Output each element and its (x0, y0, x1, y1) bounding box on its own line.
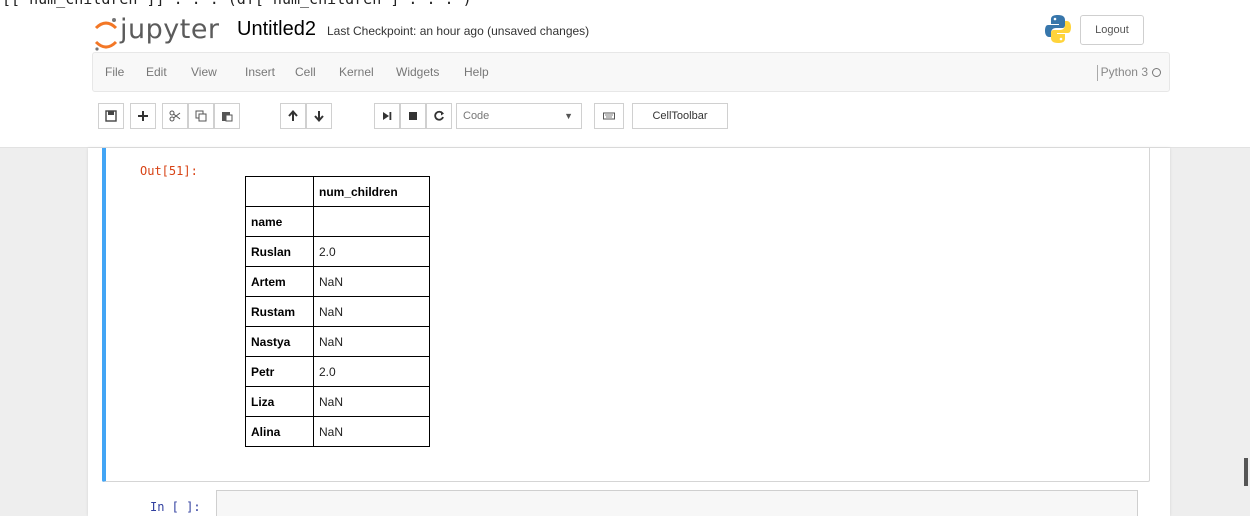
menu-cell[interactable]: Cell (295, 53, 316, 91)
menu-bar: File Edit View Insert Cell Kernel Widget… (92, 52, 1170, 92)
row-label: Ruslan (245, 236, 314, 267)
table-row: Rustam NaN (245, 296, 430, 327)
arrow-up-icon (288, 110, 298, 121)
selected-cell[interactable]: Out[51]: num_children name Ruslan 2.0 Art… (102, 148, 1150, 482)
output-prompt: Out[51]: (140, 164, 198, 178)
table-cell: NaN (313, 296, 430, 327)
code-input-area[interactable] (216, 490, 1138, 516)
kernel-indicator: Python 3 (1096, 53, 1161, 91)
table-header-cell (245, 176, 314, 207)
plus-icon (138, 111, 148, 121)
save-button[interactable] (98, 103, 124, 129)
table-row: Petr 2.0 (245, 356, 430, 387)
table-cell: 2.0 (313, 356, 430, 387)
python-logo-icon (1045, 15, 1071, 43)
menu-view[interactable]: View (191, 53, 217, 91)
save-icon (105, 110, 117, 122)
dataframe-table: num_children name Ruslan 2.0 Artem NaN Rus… (245, 176, 430, 447)
cut-icon (169, 110, 181, 122)
input-prompt: In [ ]: (150, 500, 201, 514)
row-label: Alina (245, 416, 314, 447)
row-label: Liza (245, 386, 314, 417)
row-label: Nastya (245, 326, 314, 357)
celltoolbar-button[interactable]: CellToolbar (632, 103, 728, 129)
kernel-separator (1096, 64, 1098, 81)
stop-icon (409, 112, 417, 120)
row-label: Petr (245, 356, 314, 387)
cell-type-value: Code (463, 110, 490, 122)
logout-button[interactable]: Logout (1080, 15, 1144, 45)
table-cell: NaN (313, 386, 430, 417)
scrollbar-thumb[interactable] (1244, 458, 1248, 486)
copy-icon (195, 110, 207, 122)
table-row: Ruslan 2.0 (245, 236, 430, 267)
step-forward-icon (383, 112, 392, 120)
copy-button[interactable] (188, 103, 214, 129)
jupyter-logo[interactable]: jupyter (92, 14, 242, 54)
menu-help[interactable]: Help (464, 53, 489, 91)
notebook-header: [["num_children"]] . . . (df["num_childr… (0, 0, 1250, 148)
table-header-cell: num_children (313, 176, 430, 207)
insert-cell-button[interactable] (130, 103, 156, 129)
table-cell: NaN (313, 326, 430, 357)
command-palette-button[interactable] (594, 103, 624, 129)
index-name: name (245, 206, 314, 237)
keyboard-icon (603, 112, 615, 120)
table-cell: NaN (313, 266, 430, 297)
notebook-container: Out[51]: num_children name Ruslan 2.0 Art… (88, 148, 1170, 516)
arrow-down-icon (314, 111, 324, 122)
cell-type-select[interactable]: Code ▼ (456, 103, 582, 129)
table-row: Liza NaN (245, 386, 430, 417)
run-cell-button[interactable] (374, 103, 400, 129)
jupyter-logo-icon (94, 18, 118, 51)
kernel-idle-icon (1152, 68, 1161, 78)
menu-file[interactable]: File (105, 53, 124, 91)
table-header-row: num_children (245, 176, 430, 207)
interrupt-kernel-button[interactable] (400, 103, 426, 129)
checkpoint-status: Last Checkpoint: an hour ago (unsaved ch… (327, 24, 590, 38)
paste-button[interactable] (214, 103, 240, 129)
cut-button[interactable] (162, 103, 188, 129)
table-cell: 2.0 (313, 236, 430, 267)
restart-kernel-button[interactable] (426, 103, 452, 129)
table-row: Artem NaN (245, 266, 430, 297)
code-fragment-cut-off: [["num_children"]] . . . (df["num_childr… (2, 0, 472, 8)
logo-text: jupyter (120, 14, 220, 45)
menu-kernel[interactable]: Kernel (339, 53, 374, 91)
caret-down-icon: ▼ (564, 111, 573, 121)
index-name-empty-cell (313, 206, 430, 237)
index-name-row: name (245, 206, 430, 237)
table-cell: NaN (313, 416, 430, 447)
menu-edit[interactable]: Edit (146, 53, 167, 91)
row-label: Rustam (245, 296, 314, 327)
table-row: Nastya NaN (245, 326, 430, 357)
table-row: Alina NaN (245, 416, 430, 447)
menu-insert[interactable]: Insert (245, 53, 275, 91)
paste-icon (222, 112, 233, 122)
restart-icon (434, 110, 444, 121)
move-up-button[interactable] (280, 103, 306, 129)
row-label: Artem (245, 266, 314, 297)
move-down-button[interactable] (306, 103, 332, 129)
menu-widgets[interactable]: Widgets (396, 53, 439, 91)
notebook-name[interactable]: Untitled2 (237, 18, 316, 41)
kernel-name: Python 3 (1100, 65, 1148, 79)
